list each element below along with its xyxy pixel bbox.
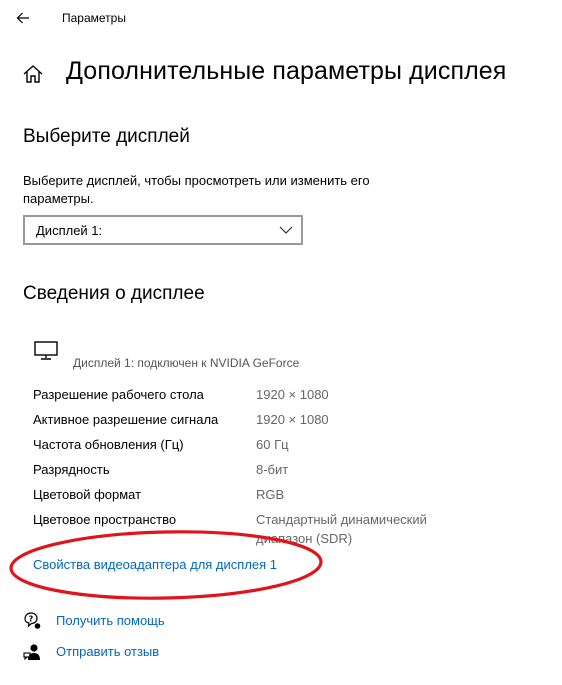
info-label-active-signal-resolution: Активное разрешение сигнала — [33, 412, 219, 427]
display-select-dropdown[interactable]: Дисплей 1: — [23, 215, 303, 245]
home-icon[interactable] — [22, 64, 44, 84]
info-label-color-format: Цветовой формат — [33, 487, 142, 502]
display-connection-caption: Дисплей 1: подключен к NVIDIA GeForce — [73, 356, 300, 370]
monitor-icon — [34, 341, 60, 361]
info-value-desktop-resolution: 1920 × 1080 — [256, 387, 329, 402]
info-label-refresh-rate: Частота обновления (Гц) — [33, 437, 184, 452]
help-icon: ? — [23, 612, 41, 630]
info-value-color-format: RGB — [256, 487, 285, 502]
svg-text:?: ? — [29, 615, 34, 624]
window-title: Параметры — [62, 11, 126, 25]
info-label-desktop-resolution: Разрешение рабочего стола — [33, 387, 204, 402]
info-value-active-signal-resolution: 1920 × 1080 — [256, 412, 329, 427]
info-label-bit-depth: Разрядность — [33, 462, 110, 477]
feedback-icon — [23, 643, 41, 661]
select-display-description-line2: параметры. — [23, 191, 94, 206]
display-select-value: Дисплей 1: — [36, 222, 103, 238]
select-display-heading: Выберите дисплей — [23, 126, 190, 147]
info-value-color-space-line1: Стандартный динамический — [256, 512, 427, 527]
select-display-description-line1: Выберите дисплей, чтобы просмотреть или … — [23, 173, 370, 188]
back-button[interactable] — [8, 6, 38, 30]
info-label-color-space: Цветовое пространство — [33, 512, 177, 527]
info-value-bit-depth: 8-бит — [256, 462, 289, 477]
display-info-heading: Сведения о дисплее — [23, 283, 205, 304]
page-title: Дополнительные параметры дисплея — [66, 57, 507, 85]
adapter-properties-link[interactable]: Свойства видеоадаптера для дисплея 1 — [33, 557, 277, 572]
chevron-down-icon — [279, 226, 293, 234]
info-value-refresh-rate: 60 Гц — [256, 437, 289, 452]
send-feedback-link[interactable]: Отправить отзыв — [56, 644, 159, 659]
back-arrow-icon — [16, 12, 29, 24]
get-help-link[interactable]: Получить помощь — [56, 613, 165, 628]
